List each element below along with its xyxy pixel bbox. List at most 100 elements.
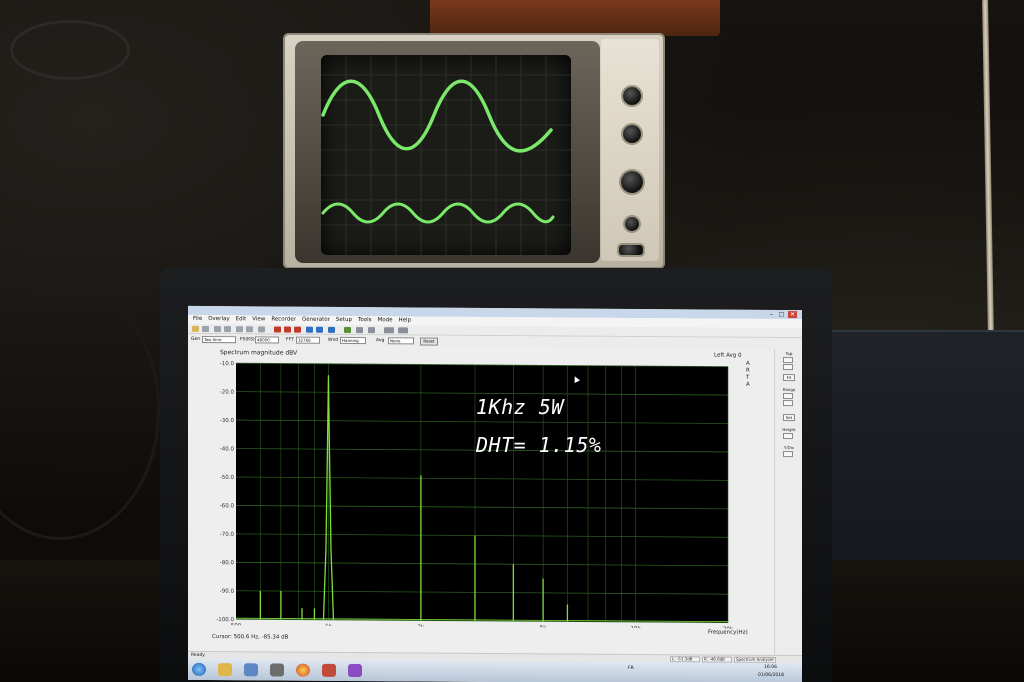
menu-overlay[interactable]: Overlay [208,315,229,324]
fs-select[interactable]: 48000 [255,336,279,344]
x-tick-label: 1k [325,624,332,629]
set-button[interactable]: Set [783,414,795,422]
minimize-icon[interactable]: – [767,311,776,318]
y-tick-label: -70.0 [220,532,235,538]
zoom-fit-icon[interactable] [258,326,265,333]
menu-mode[interactable]: Mode [378,316,393,325]
tray-clock-time[interactable]: 16:06 [764,665,777,670]
knob[interactable] [625,217,639,231]
step-icon[interactable] [328,326,335,333]
zoom-icon[interactable] [214,326,221,333]
x-tick-label: 2k [418,624,425,628]
start-icon[interactable] [192,662,206,676]
y-tick-label: -40.0 [220,446,235,452]
top-up-button[interactable] [783,357,793,364]
menu-setup[interactable]: Setup [336,316,352,325]
spectrum-panel: Spectrum magnitude dBV Left Avg 0 A R T … [188,344,774,655]
channel-avg-label: Left Avg 0 [714,352,742,359]
laptop: – □ ✕ File Overlay Edit View Recorder Ge… [160,268,832,682]
plot-title: Spectrum magnitude dBV [220,349,298,357]
settings-icon[interactable] [356,327,363,334]
gen-label: Gen [191,336,201,342]
oscilloscope-control-panel [601,39,659,261]
play-icon[interactable] [274,326,281,333]
knob[interactable] [623,125,641,143]
x-axis-label: Frequency(Hz) [708,629,748,636]
right-side-panel: Top Fit Range Set Height Y/Div [774,348,802,656]
fft-select[interactable]: 32768 [296,336,320,344]
wooden-shelf [430,0,720,36]
y-tick-label: -80.0 [220,560,235,566]
oscilloscope-trace-large [321,79,553,153]
scope-icon[interactable] [398,327,408,334]
side-letter: A [746,381,750,388]
record-icon[interactable] [284,326,291,333]
wnd-select[interactable]: Hanning [340,336,366,345]
zoom-out-icon[interactable] [224,326,231,333]
menu-generator[interactable]: Generator [302,316,330,325]
oscilloscope-traces [321,55,571,255]
x-tick-label: 5k [540,625,547,628]
oscilloscope-screen [321,55,571,255]
app-icon[interactable] [270,663,284,677]
menu-help[interactable]: Help [399,316,412,325]
stop-icon[interactable] [294,326,301,333]
spectrum-icon[interactable] [344,326,351,333]
cable [10,20,130,80]
x-tick-label: 10k [630,626,641,629]
knob[interactable] [619,245,643,255]
knob[interactable] [623,87,641,105]
menu-recorder[interactable]: Recorder [271,315,296,324]
scale-out-icon[interactable] [246,326,253,333]
annotation-frequency-power: 1Khz 5W [476,395,564,419]
folder-icon[interactable] [218,663,232,677]
tray-clock-date[interactable]: 01/06/2018 [758,673,784,678]
open-icon[interactable] [192,325,199,332]
menu-view[interactable]: View [252,315,265,324]
reset-button[interactable]: Reset [420,337,438,346]
annotation-distortion: DHT= 1.15% [476,433,602,457]
cursor-icon[interactable] [202,325,209,333]
menu-tools[interactable]: Tools [358,316,372,325]
taskbar: FR 16:06 01/06/2018 [188,658,802,682]
knob[interactable] [621,171,643,193]
tray-language[interactable]: FR [628,666,634,671]
meter-icon[interactable] [384,327,394,334]
range-up-button[interactable] [783,393,793,400]
close-icon[interactable]: ✕ [788,311,797,319]
y-tick-label: -30.0 [220,418,235,424]
fs-label: FS(KS) [240,337,255,343]
app-icon[interactable] [348,663,362,678]
ydiv-label: Y/Div [783,445,795,451]
fft-label: FFT [286,337,294,343]
scale-icon[interactable] [236,326,243,333]
avg-select[interactable]: None [388,337,414,345]
y-tick-label: -60.0 [220,503,235,509]
top-label: Top [785,351,793,357]
oscilloscope [283,33,665,269]
maximize-icon[interactable]: □ [777,311,786,318]
x-tick-label: 500 [231,623,242,629]
menu-edit[interactable]: Edit [236,315,247,324]
wnd-label: Wnd [328,337,339,343]
menu-file[interactable]: File [193,315,202,324]
app-icon[interactable] [244,663,258,677]
fit-button[interactable]: Fit [783,374,795,382]
side-letter: R [746,367,750,374]
range-down-button[interactable] [783,400,793,407]
height-stepper[interactable] [783,433,793,440]
laptop-screen: – □ ✕ File Overlay Edit View Recorder Ge… [188,305,802,682]
generator-icon[interactable] [368,327,375,334]
y-tick-label: -20.0 [220,390,235,396]
top-down-button[interactable] [783,364,793,371]
ydiv-stepper[interactable] [783,451,793,458]
pause-icon[interactable] [316,326,323,333]
height-label: Height [782,427,796,433]
oscilloscope-trace-small [321,202,555,224]
play-blue-icon[interactable] [306,326,313,333]
x-tick-label: 20k [723,627,734,629]
app-icon[interactable] [322,663,336,677]
gen-select[interactable]: Two Sine [202,335,236,344]
range-label: Range [782,387,796,393]
browser-icon[interactable] [296,663,310,677]
